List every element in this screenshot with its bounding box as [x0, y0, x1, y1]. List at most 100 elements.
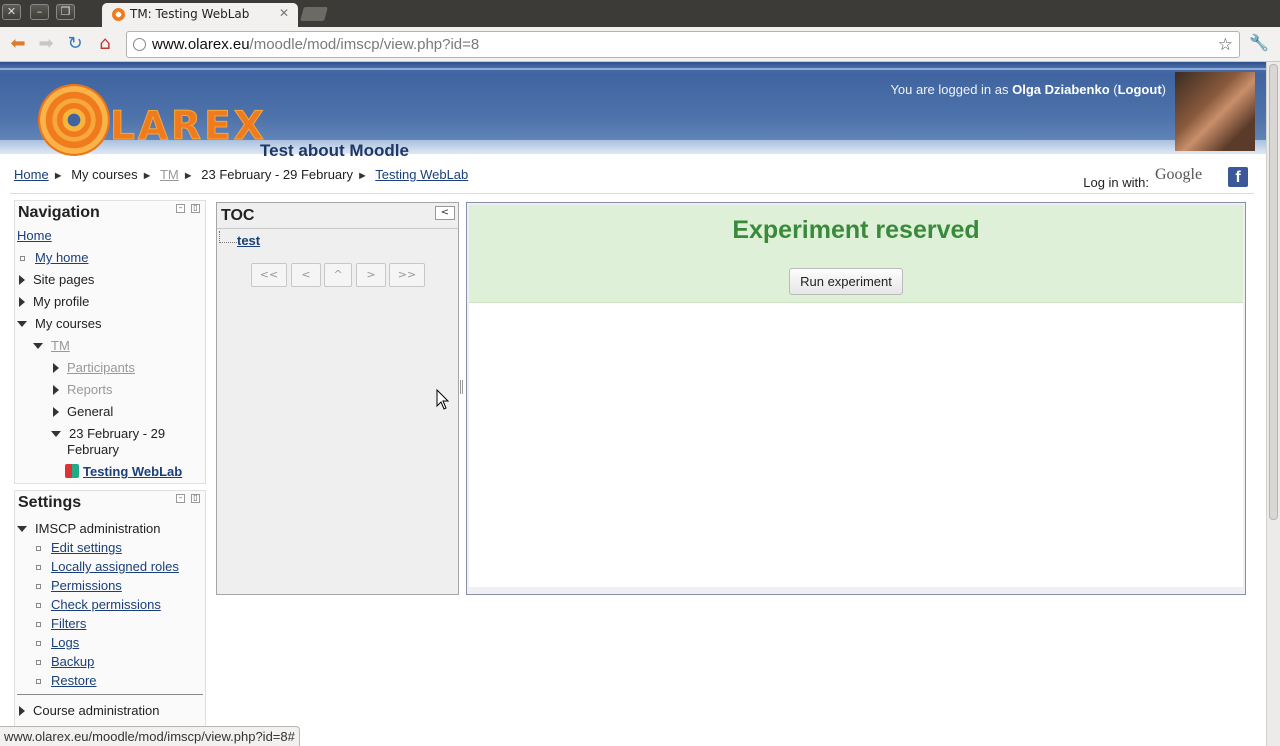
settings-imscp-admin[interactable]: IMSCP administration: [17, 521, 160, 536]
toc-item-test[interactable]: test: [237, 233, 260, 248]
expand-arrow-icon: [19, 706, 25, 716]
nav-week[interactable]: 23 February - 29: [51, 426, 165, 441]
expand-arrow-icon: [53, 407, 59, 417]
back-arrow-icon[interactable]: ⬅: [7, 33, 29, 55]
content-area: Experiment reserved Run experiment: [469, 205, 1243, 587]
nav-reports[interactable]: Reports: [53, 382, 113, 397]
settings-backup[interactable]: Backup: [51, 654, 94, 669]
collapse-block-icon[interactable]: –: [176, 494, 185, 503]
settings-title: Settings: [18, 494, 82, 511]
breadcrumb-tm[interactable]: TM: [160, 167, 179, 182]
panel-splitter-handle[interactable]: [460, 380, 463, 394]
browser-tabbar: ✕ – ❐ TM: Testing WebLab ✕: [0, 0, 1280, 27]
site-title: Test about Moodle: [260, 141, 409, 160]
toc-collapse-button[interactable]: <: [435, 206, 455, 220]
navigation-block: Navigation – ▯ Home My home Site pages M…: [14, 200, 206, 484]
run-experiment-button[interactable]: Run experiment: [789, 268, 903, 295]
settings-filters[interactable]: Filters: [51, 616, 86, 631]
nav-home[interactable]: Home: [17, 228, 52, 243]
bookmark-star-icon[interactable]: ☆: [1218, 32, 1233, 57]
status-bar: www.olarex.eu/moodle/mod/imscp/view.php?…: [0, 726, 300, 746]
browser-toolbar: ⬅ ➡ ↻ ⌂ www.olarex.eu/moodle/mod/imscp/v…: [0, 27, 1280, 62]
browser-tab[interactable]: TM: Testing WebLab ✕: [102, 3, 298, 27]
toc-last-button[interactable]: >>: [389, 263, 425, 287]
nav-general[interactable]: General: [53, 404, 113, 419]
collapse-arrow-icon: [17, 321, 27, 327]
content-frame: Experiment reserved Run experiment: [466, 202, 1246, 595]
imscp-package-icon: [65, 464, 79, 478]
breadcrumb-my-courses: My courses: [71, 167, 138, 182]
wrench-icon[interactable]: 🔧: [1249, 33, 1269, 52]
scrollbar-thumb[interactable]: [1269, 64, 1278, 520]
user-name-link[interactable]: Olga Dziabenko: [1012, 82, 1110, 97]
divider: [17, 694, 203, 695]
nav-my-courses[interactable]: My courses: [17, 316, 101, 331]
settings-edit-settings[interactable]: Edit settings: [51, 540, 122, 555]
settings-logs[interactable]: Logs: [51, 635, 79, 650]
home-icon[interactable]: ⌂: [94, 33, 116, 55]
nav-my-profile[interactable]: My profile: [19, 294, 89, 309]
olarex-logo-icon[interactable]: [38, 84, 110, 156]
settings-permissions[interactable]: Permissions: [51, 578, 122, 593]
settings-course-admin[interactable]: Course administration: [19, 703, 159, 718]
toc-next-button[interactable]: >: [356, 263, 386, 287]
login-info: You are logged in as Olga Dziabenko (Log…: [890, 82, 1166, 97]
facebook-login-button[interactable]: f: [1228, 167, 1248, 187]
expand-arrow-icon: [19, 297, 25, 307]
logout-link[interactable]: Logout: [1118, 82, 1162, 97]
breadcrumb-testing-weblab[interactable]: Testing WebLab: [375, 167, 468, 182]
address-bar[interactable]: www.olarex.eu/moodle/mod/imscp/view.php?…: [126, 31, 1240, 58]
nav-testing-weblab[interactable]: Testing WebLab: [83, 464, 182, 479]
minimize-window-icon[interactable]: –: [30, 4, 49, 20]
bullet-icon: [20, 256, 25, 261]
breadcrumb-week: 23 February - 29 February: [201, 167, 353, 182]
site-favicon-icon: [112, 8, 125, 21]
nav-participants[interactable]: Participants: [53, 360, 135, 375]
login-with-label: Log in with:: [1083, 175, 1149, 190]
settings-restore[interactable]: Restore: [51, 673, 97, 688]
dock-block-icon[interactable]: ▯: [191, 494, 200, 503]
globe-icon: [133, 38, 146, 51]
collapse-arrow-icon: [33, 343, 43, 349]
toc-up-button[interactable]: ^: [324, 263, 352, 287]
settings-block: Settings – ▯ IMSCP administration Edit s…: [14, 490, 206, 746]
address-url: www.olarex.eu/moodle/mod/imscp/view.php?…: [152, 36, 480, 53]
forward-arrow-icon[interactable]: ➡: [35, 33, 57, 55]
mouse-cursor-icon: [436, 389, 450, 410]
logo-text: LAREX: [110, 104, 267, 150]
toc-title: TOC: [221, 207, 255, 224]
breadcrumb-home[interactable]: Home: [14, 167, 49, 182]
reload-icon[interactable]: ↻: [64, 33, 86, 55]
nav-site-pages[interactable]: Site pages: [19, 272, 94, 287]
toc-prev-button[interactable]: <: [291, 263, 321, 287]
settings-check-permissions[interactable]: Check permissions: [51, 597, 161, 612]
tab-close-icon[interactable]: ✕: [279, 6, 289, 20]
tab-title: TM: Testing WebLab: [130, 7, 250, 21]
collapse-block-icon[interactable]: –: [176, 204, 185, 213]
collapse-arrow-icon: [17, 526, 27, 532]
experiment-status-heading: Experiment reserved: [732, 216, 980, 244]
web-page: LAREX Test about Moodle You are logged i…: [0, 62, 1266, 746]
google-login-button[interactable]: Google: [1155, 166, 1202, 184]
reservation-panel: Experiment reserved Run experiment: [469, 205, 1243, 303]
avatar[interactable]: [1175, 72, 1255, 151]
navigation-title: Navigation: [18, 204, 100, 221]
collapse-arrow-icon: [51, 431, 61, 437]
settings-locally-assigned-roles[interactable]: Locally assigned roles: [51, 559, 179, 574]
page-scrollbar[interactable]: [1266, 62, 1280, 746]
nav-course-tm[interactable]: TM: [33, 338, 70, 353]
login-prefix: You are logged in as: [890, 82, 1009, 97]
nav-week-cont: February: [67, 442, 120, 457]
navbar: Home ► My courses ► TM ► 23 February - 29 F…: [10, 162, 1254, 194]
dock-block-icon[interactable]: ▯: [191, 204, 200, 213]
close-window-icon[interactable]: ✕: [2, 4, 21, 20]
expand-arrow-icon: [19, 275, 25, 285]
toc-panel: TOC < test << < ^ > >>: [216, 202, 459, 595]
expand-arrow-icon: [53, 385, 59, 395]
maximize-window-icon[interactable]: ❐: [56, 4, 75, 20]
nav-my-home[interactable]: My home: [35, 250, 88, 265]
toc-first-button[interactable]: <<: [251, 263, 287, 287]
new-tab-button[interactable]: [300, 7, 328, 21]
breadcrumb: Home ► My courses ► TM ► 23 February - 29 F…: [14, 167, 469, 182]
expand-arrow-icon: [53, 363, 59, 373]
